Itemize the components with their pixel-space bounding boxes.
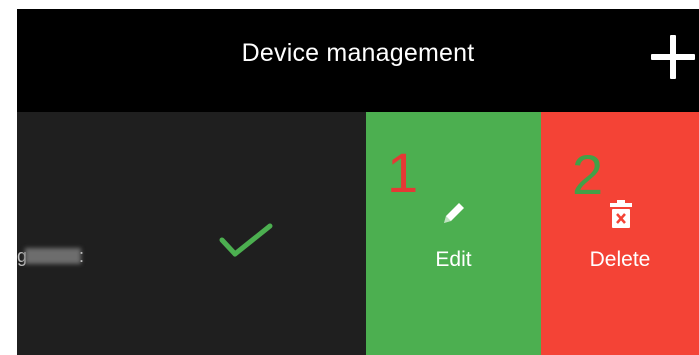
- delete-label: Delete: [589, 248, 651, 271]
- device-management-screen: Device management g : Edit Delete 1 2: [17, 9, 699, 355]
- device-row-content[interactable]: g :: [17, 112, 366, 355]
- annotation-marker-2: 2: [572, 143, 604, 206]
- check-icon: [219, 223, 273, 257]
- device-name: g :: [17, 240, 107, 272]
- pencil-icon: [444, 203, 464, 223]
- redacted-text: [25, 248, 81, 264]
- edit-label: Edit: [435, 248, 472, 271]
- trash-icon: [610, 200, 632, 228]
- header-bar: Device management: [17, 9, 699, 112]
- plus-icon-vertical: [670, 35, 676, 79]
- device-list-item[interactable]: g : Edit Delete 1 2: [17, 112, 699, 355]
- page-title: Device management: [241, 39, 475, 67]
- device-name-tail: :: [79, 246, 85, 266]
- delete-action-button[interactable]: Delete: [541, 112, 699, 355]
- add-device-button[interactable]: [651, 35, 695, 79]
- annotation-marker-1: 1: [387, 141, 419, 204]
